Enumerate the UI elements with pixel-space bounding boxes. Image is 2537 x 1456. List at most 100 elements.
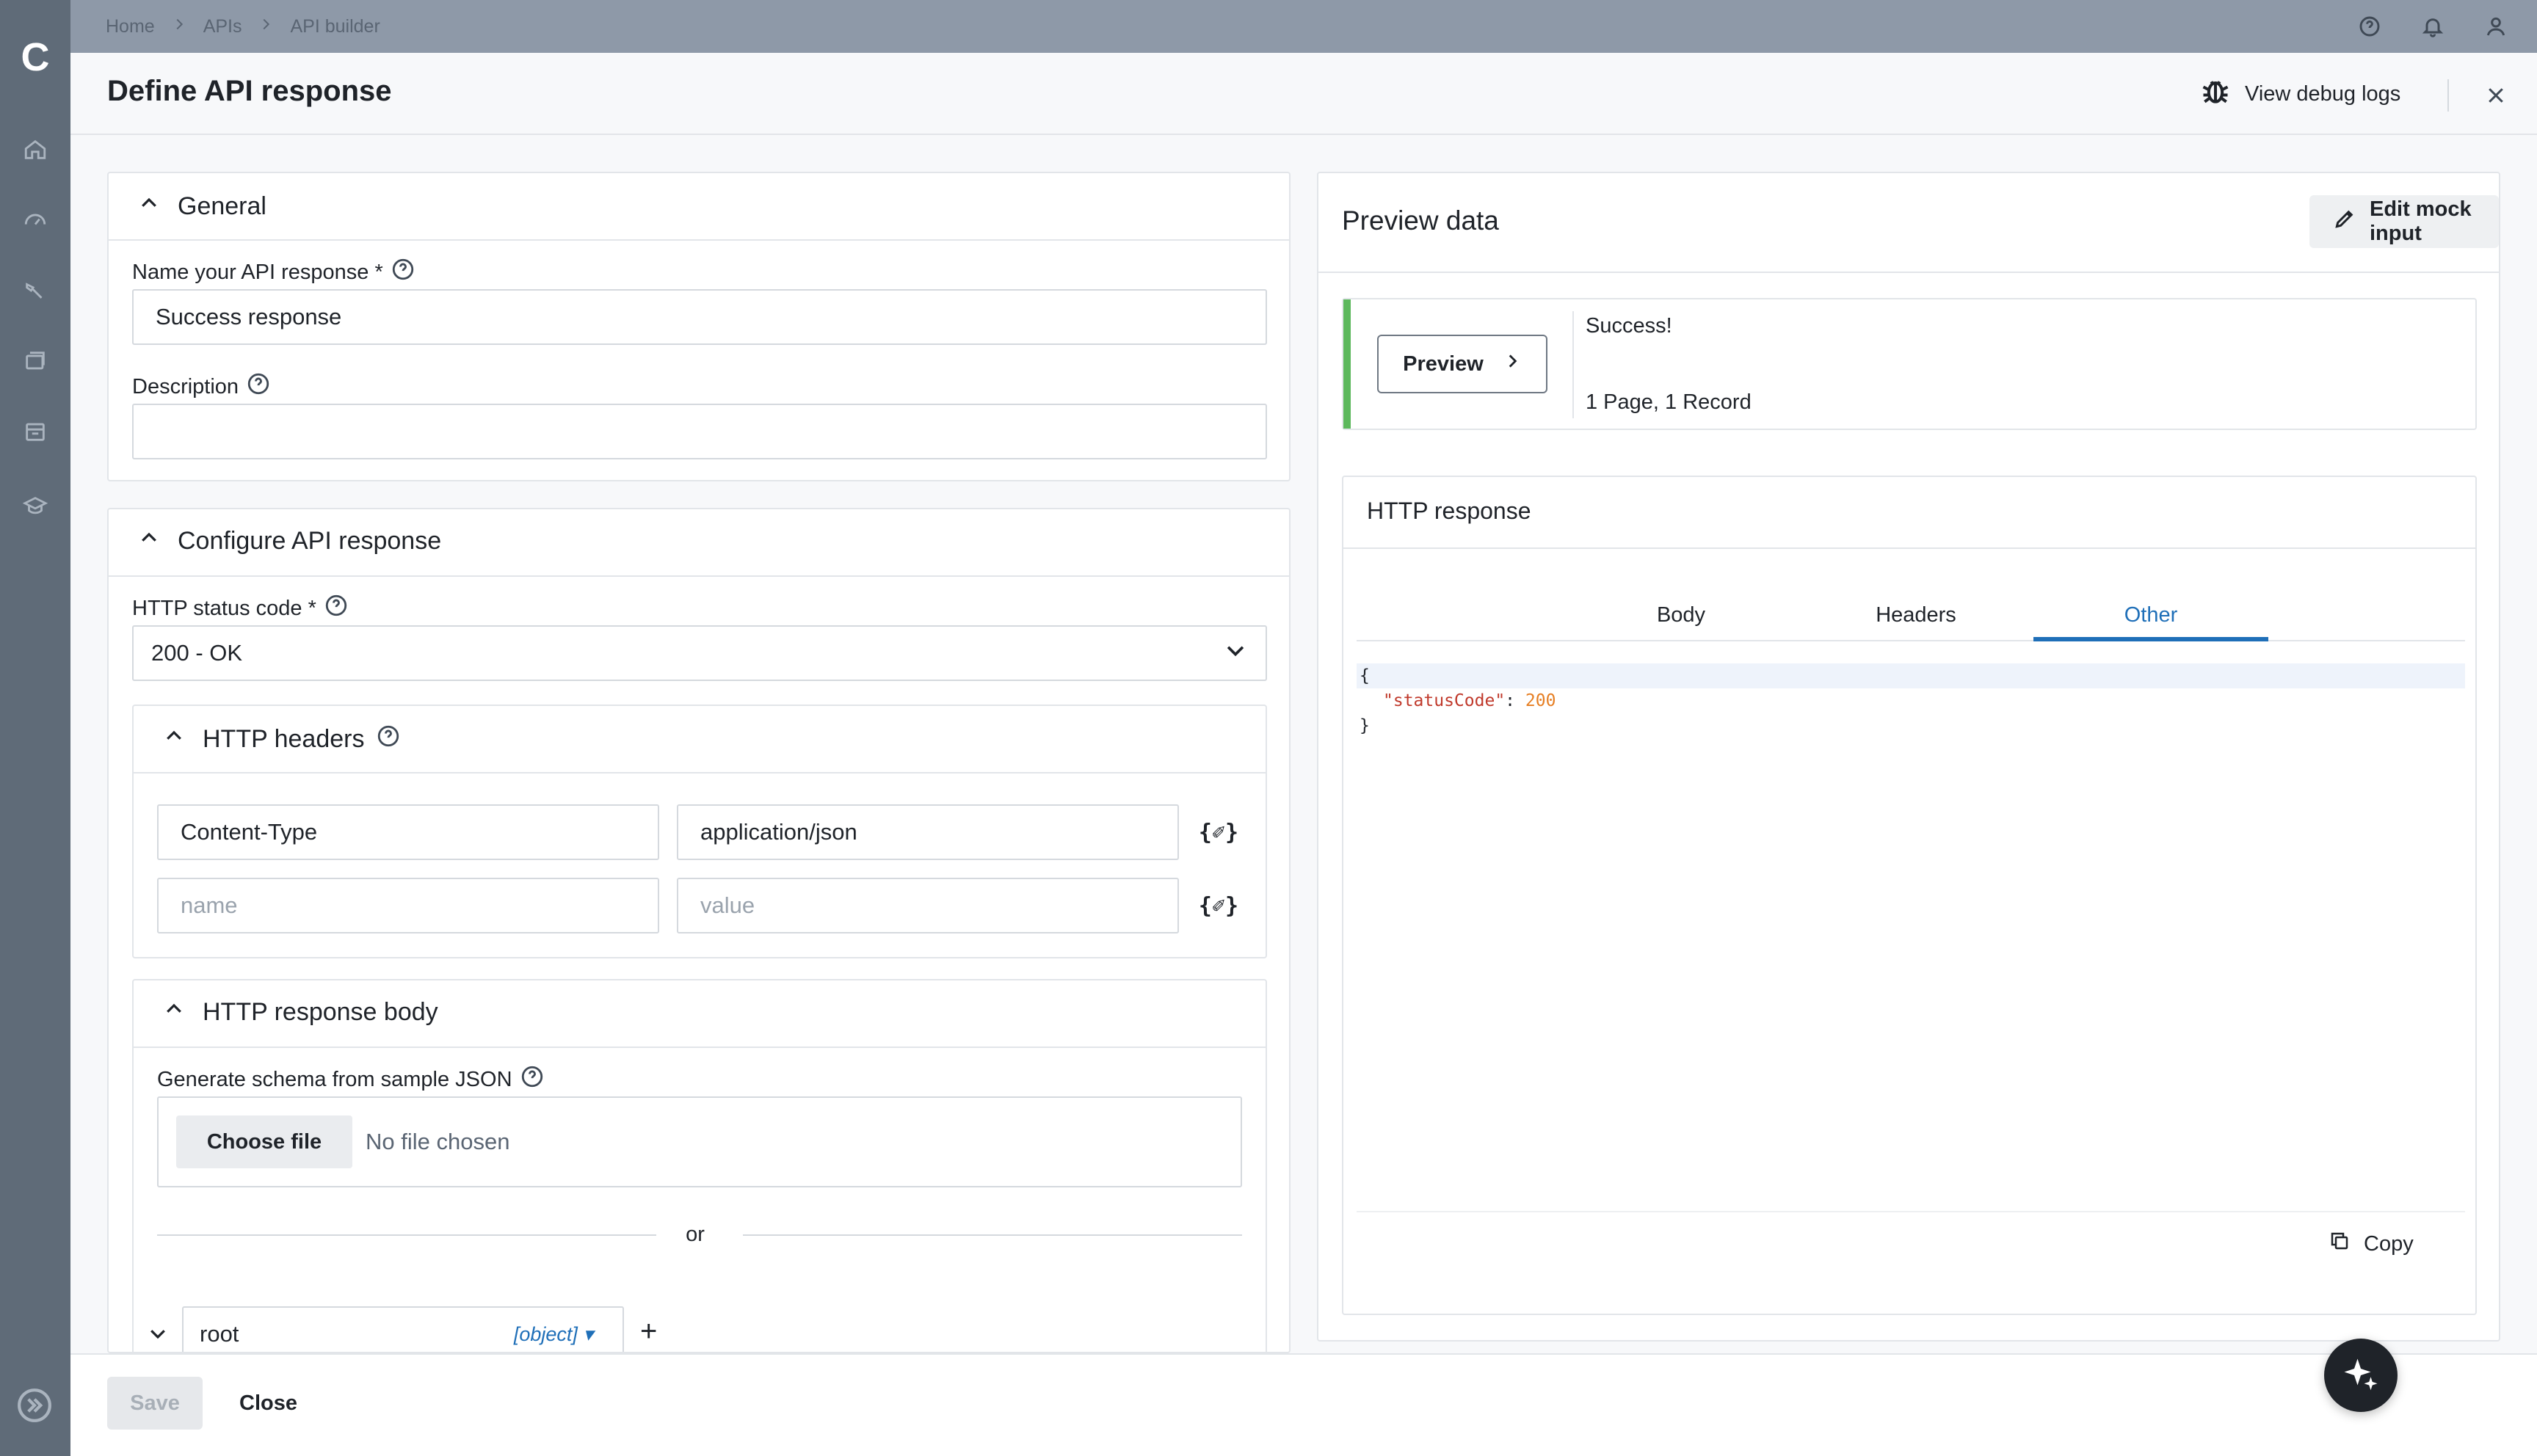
add-field-button[interactable]: + bbox=[640, 1315, 657, 1348]
build-tools-icon[interactable] bbox=[19, 274, 51, 307]
formula-icon[interactable]: {✐} bbox=[1197, 885, 1241, 926]
close-icon[interactable] bbox=[2480, 79, 2512, 112]
chevron-right-icon bbox=[171, 16, 187, 37]
header-value-input[interactable]: application/json bbox=[677, 804, 1179, 860]
status-label-row: HTTP status code * bbox=[132, 593, 349, 624]
apps-icon[interactable] bbox=[19, 345, 51, 377]
schema-root-name: root bbox=[200, 1321, 239, 1347]
status-code-value: 200 - OK bbox=[151, 640, 243, 666]
schema-label-row: Generate schema from sample JSON bbox=[157, 1064, 545, 1095]
help-icon[interactable] bbox=[391, 257, 415, 288]
code-line-3: } bbox=[1360, 713, 1370, 738]
help-icon[interactable] bbox=[520, 1064, 545, 1095]
description-label-row: Description bbox=[132, 371, 271, 402]
top-bar: Home APIs API builder bbox=[70, 0, 2537, 53]
copy-label: Copy bbox=[2364, 1231, 2414, 1256]
page-title: Define API response bbox=[107, 75, 392, 107]
top-actions bbox=[2355, 12, 2511, 41]
code-colon: : bbox=[1505, 691, 1516, 710]
or-text: or bbox=[686, 1223, 705, 1246]
preview-button[interactable]: Preview bbox=[1377, 335, 1547, 393]
breadcrumb-api-builder[interactable]: API builder bbox=[290, 16, 380, 37]
no-file-chosen-text: No file chosen bbox=[366, 1129, 510, 1154]
bug-icon bbox=[2199, 75, 2232, 113]
divider bbox=[743, 1234, 1242, 1236]
http-headers-header[interactable]: HTTP headers bbox=[163, 724, 401, 754]
app-logo[interactable]: C bbox=[15, 37, 56, 78]
name-label-row: Name your API response * bbox=[132, 257, 415, 288]
choose-file-button[interactable]: Choose file bbox=[176, 1115, 352, 1168]
code-line-2: "statusCode": 200 bbox=[1383, 688, 1556, 713]
divider bbox=[134, 772, 1266, 774]
tab-divider bbox=[1357, 640, 2465, 641]
help-icon[interactable] bbox=[246, 371, 271, 402]
preview-panel: Preview data Edit mock input Preview Suc… bbox=[1317, 172, 2500, 1342]
formula-icon[interactable]: {✐} bbox=[1197, 812, 1241, 853]
view-debug-logs-button[interactable]: View debug logs bbox=[2199, 75, 2400, 113]
bell-icon[interactable] bbox=[2418, 12, 2447, 41]
description-label: Description bbox=[132, 374, 239, 398]
chevron-right-icon bbox=[1503, 352, 1522, 376]
breadcrumb-apis[interactable]: APIs bbox=[203, 16, 242, 37]
view-debug-logs-label: View debug logs bbox=[2245, 81, 2401, 106]
home-icon[interactable] bbox=[19, 134, 51, 166]
dashboard-icon[interactable] bbox=[19, 204, 51, 236]
help-icon[interactable] bbox=[376, 724, 401, 754]
active-tab-indicator bbox=[2033, 637, 2268, 641]
general-heading: General bbox=[178, 192, 266, 220]
chevron-down-icon[interactable] bbox=[147, 1322, 176, 1352]
tab-body[interactable]: Body bbox=[1564, 603, 1799, 627]
api-response-name-value: Success response bbox=[156, 304, 342, 330]
divider bbox=[1343, 547, 2475, 549]
new-header-name-input[interactable] bbox=[157, 878, 659, 933]
configure-section-header[interactable]: Configure API response bbox=[138, 527, 441, 556]
schema-type-menu-icon[interactable]: ▾ bbox=[583, 1323, 593, 1345]
code-line-1: { bbox=[1357, 663, 2465, 688]
new-header-name-field[interactable] bbox=[181, 892, 658, 919]
tab-other[interactable]: Other bbox=[2033, 603, 2268, 627]
close-button[interactable]: Close bbox=[239, 1377, 297, 1430]
response-body-header[interactable]: HTTP response body bbox=[163, 998, 438, 1027]
chevron-up-icon bbox=[163, 998, 185, 1027]
help-icon[interactable] bbox=[324, 593, 349, 624]
chevron-up-icon bbox=[138, 527, 160, 556]
expand-sidebar-icon[interactable] bbox=[16, 1387, 54, 1425]
preview-button-label: Preview bbox=[1403, 352, 1484, 376]
learning-icon[interactable] bbox=[19, 490, 51, 523]
description-input[interactable] bbox=[132, 404, 1267, 459]
define-api-response-modal: Define API response View debug logs Gene… bbox=[70, 53, 2537, 1456]
copy-icon bbox=[2329, 1230, 2351, 1258]
preview-result: Preview Success! 1 Page, 1 Record bbox=[1342, 298, 2477, 430]
edit-mock-input-button[interactable]: Edit mock input bbox=[2309, 195, 2499, 248]
breadcrumb-home[interactable]: Home bbox=[106, 16, 155, 37]
header-divider bbox=[2447, 79, 2449, 112]
chevron-up-icon bbox=[138, 192, 160, 221]
ai-assistant-button[interactable] bbox=[2324, 1339, 2398, 1412]
new-header-value-field[interactable] bbox=[700, 892, 1177, 919]
code-close-brace: } bbox=[1360, 716, 1370, 735]
http-response-body-section: HTTP response body Generate schema from … bbox=[132, 979, 1267, 1352]
help-icon[interactable] bbox=[2355, 12, 2384, 41]
divider bbox=[109, 239, 1289, 241]
schema-root-field[interactable]: root [object] ▾ bbox=[182, 1306, 624, 1352]
http-response-card: HTTP response Body Headers Other { "stat… bbox=[1342, 476, 2477, 1315]
schema-root-type: [object] bbox=[513, 1322, 578, 1345]
copy-button[interactable]: Copy bbox=[2329, 1230, 2414, 1258]
divider bbox=[109, 575, 1289, 577]
sparkle-icon bbox=[2344, 1358, 2378, 1391]
api-response-name-input[interactable]: Success response bbox=[132, 289, 1267, 345]
header-name-input[interactable]: Content-Type bbox=[157, 804, 659, 860]
file-upload[interactable]: Choose file No file chosen bbox=[157, 1096, 1242, 1187]
new-header-value-input[interactable] bbox=[677, 878, 1179, 933]
user-icon[interactable] bbox=[2481, 12, 2511, 41]
store-icon[interactable] bbox=[19, 415, 51, 448]
chevron-up-icon bbox=[163, 725, 185, 754]
http-headers-heading: HTTP headers bbox=[203, 724, 365, 753]
response-body-heading: HTTP response body bbox=[203, 998, 438, 1026]
general-section-header[interactable]: General bbox=[138, 192, 266, 221]
schema-label: Generate schema from sample JSON bbox=[157, 1067, 512, 1091]
save-button[interactable]: Save bbox=[107, 1377, 203, 1430]
header-name-value: Content-Type bbox=[181, 819, 318, 845]
tab-headers[interactable]: Headers bbox=[1799, 603, 2033, 627]
status-code-select[interactable]: 200 - OK bbox=[132, 625, 1267, 681]
